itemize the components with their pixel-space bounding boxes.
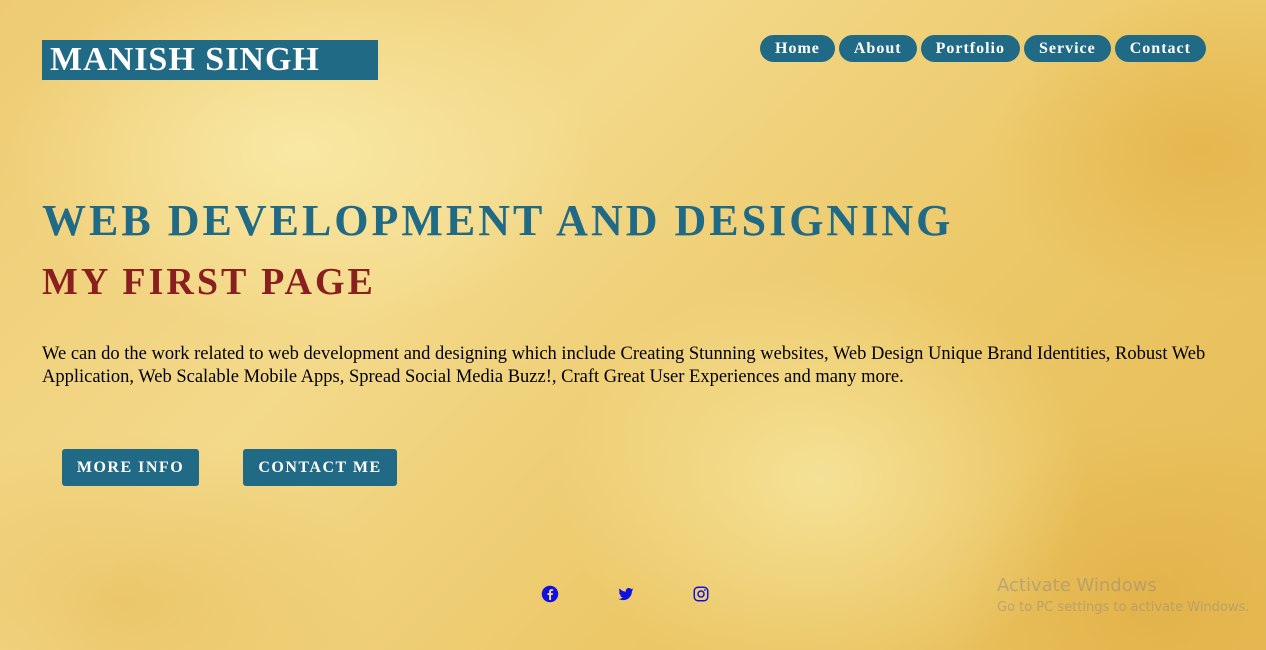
watermark-subtitle: Go to PC settings to activate Windows.: [997, 600, 1250, 615]
instagram-icon[interactable]: [692, 585, 710, 603]
hero-description: We can do the work related to web develo…: [42, 344, 1206, 387]
nav-about[interactable]: About: [838, 35, 917, 62]
activate-windows-watermark: Activate Windows Go to PC settings to ac…: [997, 575, 1249, 617]
main-nav: Home About Portfolio Service Contact: [760, 35, 1206, 62]
hero-headline: WEB DEVELOPMENT AND DESIGNING: [42, 196, 954, 245]
site-logo[interactable]: MANISH SINGH: [42, 40, 378, 80]
watermark-title: Activate Windows: [997, 575, 1157, 596]
nav-service[interactable]: Service: [1023, 35, 1111, 62]
contact-me-button[interactable]: CONTACT ME: [243, 449, 397, 486]
nav-portfolio[interactable]: Portfolio: [920, 35, 1020, 62]
nav-contact[interactable]: Contact: [1114, 35, 1206, 62]
twitter-icon[interactable]: [617, 585, 635, 603]
facebook-icon[interactable]: [541, 585, 559, 603]
hero-subheadline: MY FIRST PAGE: [42, 261, 376, 303]
nav-home[interactable]: Home: [760, 35, 835, 62]
more-info-button[interactable]: MORE INFO: [62, 449, 199, 486]
